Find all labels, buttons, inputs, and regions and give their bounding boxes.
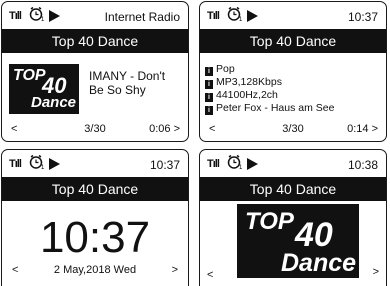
signal-icon: Tıll [207, 158, 220, 170]
date-label: 2 May,2018 Wed [53, 264, 137, 276]
prev-button[interactable]: < [207, 269, 213, 281]
info-bitrate: i MP3,128Kbps [205, 76, 334, 89]
stream-info-list: i Pop i MP3,128Kbps i 44100Hz,2ch i Peter Fo… [205, 63, 334, 115]
bottom-bar: < 3/30 0:06 > [2, 123, 188, 139]
signal-icon: Tıll [207, 10, 220, 22]
play-icon [247, 10, 258, 22]
elapsed-time[interactable]: 0:14 > [347, 123, 378, 135]
alarm-badge: 1 [239, 17, 243, 22]
status-bar: Tıll 1 Internet Radio [2, 2, 188, 29]
alarm-badge: 1 [41, 17, 45, 22]
signal-icon: Tıll [9, 158, 22, 170]
play-icon [247, 158, 258, 170]
info-samplerate: i 44100Hz,2ch [205, 89, 334, 102]
station-title: Top 40 Dance [200, 29, 386, 53]
info-genre: i Pop [205, 63, 334, 76]
alarm-icon: 1 [29, 6, 45, 22]
info-track: i Peter Fox - Haus am See [205, 102, 334, 115]
alarm-icon: 1 [227, 6, 243, 22]
big-clock: 10:37 [39, 213, 151, 262]
time-label: 10:37 [149, 158, 180, 172]
station-title: Top 40 Dance [2, 177, 188, 201]
mode-label: Internet Radio [104, 10, 180, 24]
time-label: 10:38 [347, 158, 378, 172]
info-icon: i [205, 106, 213, 115]
alarm-icon: 1 [227, 154, 243, 170]
bottom-bar: < 3/30 0:14 > [200, 123, 386, 139]
status-bar: Tıll 1 10:37 [200, 2, 386, 29]
next-button[interactable]: > [172, 264, 178, 276]
logo-top: TOP [245, 208, 294, 235]
logo-word: Dance [281, 249, 357, 277]
info-icon: i [205, 93, 213, 102]
status-bar: Tıll 1 10:37 [2, 150, 188, 177]
logo-top: TOP [13, 67, 46, 84]
screen-clock: Tıll 1 10:37 Top 40 Dance 10:37 < 2 May,… [1, 149, 189, 286]
signal-icon: Tıll [9, 10, 22, 22]
station-logo: TOP 40 Dance [9, 64, 79, 114]
alarm-badge: 1 [239, 165, 243, 170]
station-logo-large: TOP 40 Dance [237, 204, 359, 278]
status-bar: Tıll 1 10:38 [200, 150, 386, 177]
screen-logo: Tıll 1 10:38 Top 40 Dance TOP 40 Dance <… [199, 149, 387, 286]
station-title: Top 40 Dance [2, 29, 188, 53]
play-icon [49, 10, 60, 22]
elapsed-time[interactable]: 0:06 > [149, 123, 180, 135]
station-title: Top 40 Dance [200, 177, 386, 201]
screen-stream-info: Tıll 1 10:37 Top 40 Dance i Pop i MP3,128K… [199, 1, 387, 142]
time-label: 10:37 [347, 10, 378, 24]
logo-word: Dance [31, 94, 77, 111]
song-title: IMANY - Don't Be So Shy [89, 69, 166, 97]
screen-now-playing: Tıll 1 Internet Radio Top 40 Dance TOP 4… [1, 1, 189, 142]
next-button[interactable]: > [373, 266, 379, 278]
alarm-icon: 1 [29, 154, 45, 170]
alarm-badge: 1 [41, 165, 45, 170]
info-icon: i [205, 80, 213, 89]
info-icon: i [205, 67, 213, 76]
play-icon [49, 158, 60, 170]
